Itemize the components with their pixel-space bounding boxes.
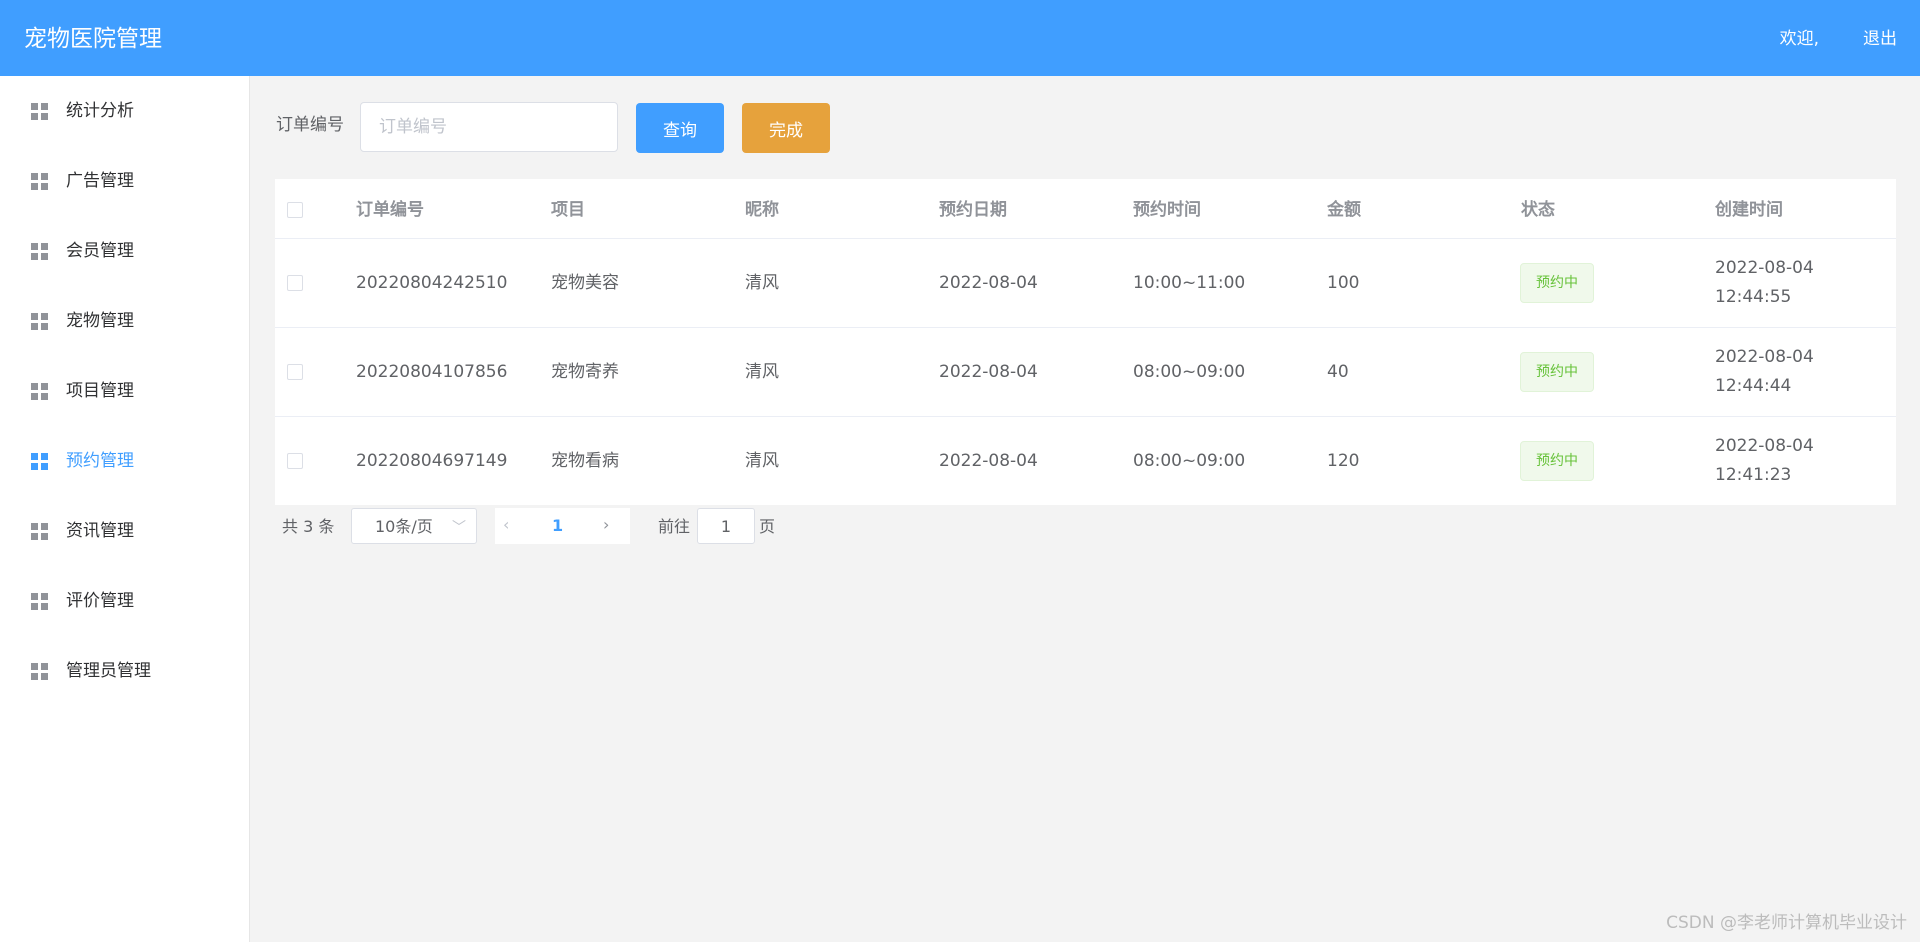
sidebar-item-label: 统计分析: [66, 101, 134, 121]
sidebar-item-label: 评价管理: [66, 591, 134, 611]
sidebar-item-projects[interactable]: 项目管理: [0, 366, 249, 416]
cell-amount: 120: [1327, 451, 1360, 471]
grid-icon: [31, 173, 48, 190]
row-checkbox[interactable]: [287, 364, 303, 380]
cell-amount: 40: [1327, 362, 1349, 382]
sidebar-item-ads[interactable]: 广告管理: [0, 156, 249, 206]
order-no-label: 订单编号: [276, 115, 344, 135]
welcome-text: 欢迎,: [1779, 29, 1819, 49]
sidebar-item-label: 预约管理: [66, 451, 134, 471]
cell-created: 2022-08-04 12:44:55: [1715, 258, 1814, 307]
sidebar: 统计分析 广告管理 会员管理 宠物管理 项目管理 预约管理 资讯管理 评价管理 …: [0, 76, 250, 942]
cell-time: 10:00~11:00: [1133, 273, 1246, 293]
sidebar-item-pets[interactable]: 宠物管理: [0, 296, 249, 346]
cell-order-no: 20220804697149: [356, 451, 508, 471]
chevron-right-icon[interactable]: ›: [603, 515, 609, 534]
sidebar-item-members[interactable]: 会员管理: [0, 226, 249, 276]
sidebar-item-news[interactable]: 资讯管理: [0, 506, 249, 556]
cell-amount: 100: [1327, 273, 1360, 293]
sidebar-item-reviews[interactable]: 评价管理: [0, 576, 249, 626]
grid-icon: [31, 663, 48, 680]
sidebar-item-admins[interactable]: 管理员管理: [0, 646, 249, 696]
page-size-value: 10条/页: [375, 517, 433, 536]
top-header: 宠物医院管理 欢迎, 退出: [0, 0, 1920, 76]
grid-icon: [31, 453, 48, 470]
table-row: 20220804107856 宠物寄养 清风 2022-08-04 08:00~…: [275, 327, 1896, 416]
column-header-date: 预约日期: [939, 200, 1007, 220]
cell-created: 2022-08-04 12:41:23: [1715, 436, 1814, 485]
query-button[interactable]: 查询: [636, 103, 724, 153]
grid-icon: [31, 593, 48, 610]
app-title: 宠物医院管理: [24, 26, 162, 52]
grid-icon: [31, 383, 48, 400]
sidebar-item-statistics[interactable]: 统计分析: [0, 86, 249, 136]
status-badge: 预约中: [1520, 441, 1594, 481]
cell-project: 宠物美容: [551, 273, 619, 293]
sidebar-item-label: 会员管理: [66, 241, 134, 261]
grid-icon: [31, 243, 48, 260]
table-row: 20220804697149 宠物看病 清风 2022-08-04 08:00~…: [275, 416, 1896, 505]
column-header-order-no: 订单编号: [356, 200, 424, 220]
cell-project: 宠物看病: [551, 451, 619, 471]
status-badge: 预约中: [1520, 263, 1594, 303]
complete-button[interactable]: 完成: [742, 103, 830, 153]
order-no-input[interactable]: [360, 102, 618, 152]
total-count: 共 3 条: [282, 517, 335, 536]
column-header-nickname: 昵称: [745, 200, 779, 220]
page-size-select[interactable]: 10条/页 ﹀: [351, 508, 477, 544]
page-suffix: 页: [759, 517, 776, 536]
appointments-table: 订单编号 项目 昵称 预约日期 预约时间 金额 状态 创建时间 20220804…: [275, 179, 1896, 505]
logout-link[interactable]: 退出: [1863, 28, 1897, 50]
grid-icon: [31, 103, 48, 120]
cell-date: 2022-08-04: [939, 273, 1038, 293]
cell-order-no: 20220804107856: [356, 362, 508, 382]
row-checkbox[interactable]: [287, 453, 303, 469]
select-all-checkbox[interactable]: [287, 202, 303, 218]
watermark: CSDN @李老师计算机毕业设计: [1666, 913, 1907, 933]
row-checkbox[interactable]: [287, 275, 303, 291]
grid-icon: [31, 523, 48, 540]
cell-order-no: 20220804242510: [356, 273, 508, 293]
sidebar-item-appointments[interactable]: 预约管理: [0, 436, 249, 486]
page-number[interactable]: 1: [552, 516, 563, 535]
status-badge: 预约中: [1520, 352, 1594, 392]
cell-time: 08:00~09:00: [1133, 451, 1246, 471]
goto-label: 前往: [658, 517, 691, 536]
cell-time: 08:00~09:00: [1133, 362, 1246, 382]
chevron-down-icon: ﹀: [452, 520, 466, 536]
goto-page-input[interactable]: [697, 508, 755, 544]
chevron-left-icon[interactable]: ‹: [503, 515, 509, 534]
cell-nickname: 清风: [745, 273, 779, 293]
sidebar-item-label: 广告管理: [66, 171, 134, 191]
column-header-project: 项目: [551, 200, 585, 220]
column-header-status: 状态: [1521, 200, 1555, 220]
sidebar-item-label: 项目管理: [66, 381, 134, 401]
cell-created: 2022-08-04 12:44:44: [1715, 347, 1814, 396]
column-header-time: 预约时间: [1133, 200, 1201, 220]
sidebar-item-label: 宠物管理: [66, 311, 134, 331]
sidebar-item-label: 资讯管理: [66, 521, 134, 541]
cell-nickname: 清风: [745, 362, 779, 382]
column-header-created: 创建时间: [1715, 200, 1783, 220]
column-header-amount: 金额: [1327, 200, 1361, 220]
cell-date: 2022-08-04: [939, 451, 1038, 471]
cell-project: 宠物寄养: [551, 362, 619, 382]
table-row: 20220804242510 宠物美容 清风 2022-08-04 10:00~…: [275, 238, 1896, 327]
cell-nickname: 清风: [745, 451, 779, 471]
cell-date: 2022-08-04: [939, 362, 1038, 382]
pager-controls: ‹ 1 ›: [495, 508, 630, 544]
sidebar-item-label: 管理员管理: [66, 661, 151, 681]
grid-icon: [31, 313, 48, 330]
